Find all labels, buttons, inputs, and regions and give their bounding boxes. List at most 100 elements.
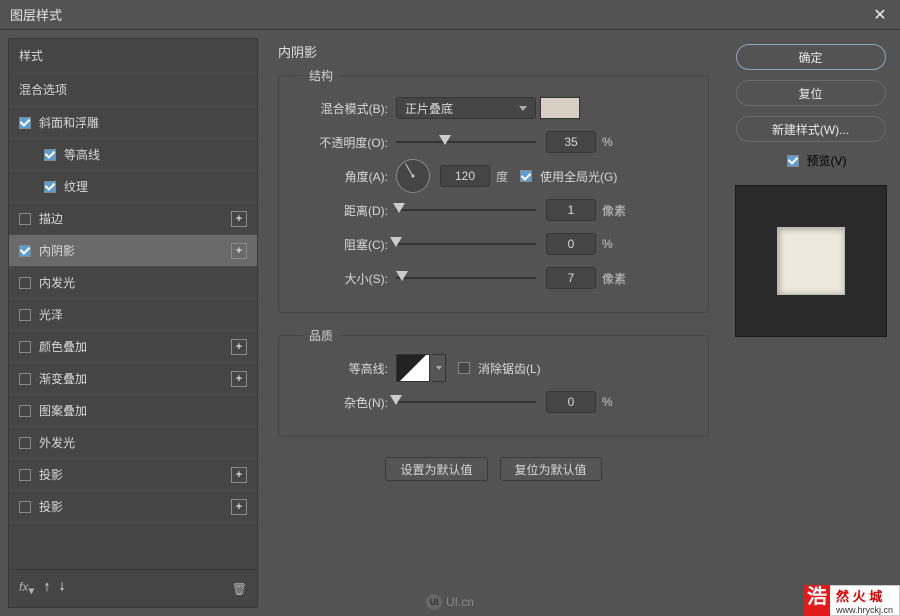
close-icon[interactable]: ✕: [870, 5, 890, 25]
add-effect-icon[interactable]: +: [231, 339, 247, 355]
effect-label: 渐变叠加: [39, 370, 87, 387]
opacity-label: 不透明度(O):: [293, 134, 388, 151]
noise-input[interactable]: 0: [546, 391, 596, 413]
new-style-button[interactable]: 新建样式(W)...: [736, 116, 886, 142]
angle-label: 角度(A):: [293, 168, 388, 185]
preview-checkbox[interactable]: [787, 155, 799, 167]
effect-checkbox[interactable]: [19, 245, 31, 257]
antialias-row[interactable]: 消除锯齿(L): [458, 360, 541, 377]
dialog-body: 样式 混合选项 斜面和浮雕等高线纹理描边+ 内阴影 + 内发光光泽颜色叠加+ 渐变叠加 +…: [0, 30, 900, 616]
preview-label: 预览(V): [807, 152, 847, 169]
distance-label: 距离(D):: [293, 202, 388, 219]
preview-row[interactable]: 预览(V): [787, 152, 847, 169]
angle-dial[interactable]: [396, 159, 430, 193]
effect-label: 投影: [39, 466, 63, 483]
sidebar-item-effect[interactable]: 外发光: [9, 427, 257, 459]
sidebar-item-effect[interactable]: 描边+: [9, 203, 257, 235]
opacity-unit: %: [602, 135, 613, 149]
contour-dropdown-icon[interactable]: [432, 354, 446, 382]
dialog-title: 图层样式: [10, 5, 62, 24]
layer-style-dialog: 图层样式 ✕ 样式 混合选项 斜面和浮雕等高线纹理描边+ 内阴影 + 内发光光泽颜色叠…: [0, 0, 900, 616]
opacity-slider[interactable]: [396, 132, 536, 152]
effect-checkbox[interactable]: [44, 149, 56, 161]
size-input[interactable]: 7: [546, 267, 596, 289]
add-effect-icon[interactable]: +: [231, 371, 247, 387]
distance-slider[interactable]: [396, 200, 536, 220]
effect-checkbox[interactable]: [19, 405, 31, 417]
effect-checkbox[interactable]: [19, 501, 31, 513]
choke-unit: %: [602, 237, 613, 251]
sidebar-item-effect[interactable]: 图案叠加: [9, 395, 257, 427]
sidebar-item-effect[interactable]: 投影 +: [9, 459, 257, 491]
global-light-label: 使用全局光(G): [540, 168, 617, 185]
sidebar-item-effect[interactable]: 斜面和浮雕: [9, 107, 257, 139]
effect-label: 内阴影: [39, 242, 75, 259]
add-effect-icon[interactable]: +: [231, 467, 247, 483]
preview-swatch: [777, 227, 845, 295]
ok-button[interactable]: 确定: [736, 44, 886, 70]
sidebar-item-effect[interactable]: 颜色叠加+: [9, 331, 257, 363]
fx-menu-icon[interactable]: fx▾: [19, 580, 34, 597]
blend-mode-label: 混合模式(B):: [293, 100, 388, 117]
sidebar-item-effect[interactable]: 等高线: [9, 139, 257, 171]
sidebar-list: 样式 混合选项 斜面和浮雕等高线纹理描边+ 内阴影 + 内发光光泽颜色叠加+ 渐变叠加 +…: [9, 39, 257, 569]
sidebar-header-blend[interactable]: 混合选项: [9, 73, 257, 107]
choke-slider[interactable]: [396, 234, 536, 254]
structure-legend: 结构: [303, 67, 339, 84]
angle-unit: 度: [496, 168, 508, 185]
sidebar-item-effect[interactable]: 纹理: [9, 171, 257, 203]
sidebar-item-effect[interactable]: 投影 +: [9, 491, 257, 523]
add-effect-icon[interactable]: +: [231, 211, 247, 227]
global-light-checkbox[interactable]: [520, 170, 532, 182]
effect-checkbox[interactable]: [19, 437, 31, 449]
cancel-button[interactable]: 复位: [736, 80, 886, 106]
brand-text: 然 火 城 www.hryckj.cn: [830, 585, 900, 616]
noise-label: 杂色(N):: [293, 394, 388, 411]
effect-checkbox[interactable]: [19, 469, 31, 481]
size-label: 大小(S):: [293, 270, 388, 287]
make-default-button[interactable]: 设置为默认值: [385, 457, 487, 481]
add-effect-icon[interactable]: +: [231, 499, 247, 515]
panel-title: 内阴影: [278, 42, 709, 61]
sidebar-item-effect[interactable]: 光泽: [9, 299, 257, 331]
uicn-icon: UI: [426, 594, 442, 610]
size-slider[interactable]: [396, 268, 536, 288]
effect-checkbox[interactable]: [19, 277, 31, 289]
antialias-checkbox[interactable]: [458, 362, 470, 374]
effect-checkbox[interactable]: [19, 117, 31, 129]
distance-input[interactable]: 1: [546, 199, 596, 221]
quality-legend: 品质: [303, 327, 339, 344]
noise-unit: %: [602, 395, 613, 409]
sidebar-item-effect[interactable]: 内阴影 +: [9, 235, 257, 267]
contour-picker[interactable]: [396, 354, 430, 382]
effect-label: 投影: [39, 498, 63, 515]
effect-checkbox[interactable]: [19, 341, 31, 353]
noise-slider[interactable]: [396, 392, 536, 412]
choke-input[interactable]: 0: [546, 233, 596, 255]
sidebar-item-effect[interactable]: 渐变叠加 +: [9, 363, 257, 395]
titlebar: 图层样式 ✕: [0, 0, 900, 30]
shadow-color-swatch[interactable]: [540, 97, 580, 119]
defaults-row: 设置为默认值 复位为默认值: [278, 457, 709, 481]
trash-icon[interactable]: 🗑: [232, 582, 247, 596]
reset-default-button[interactable]: 复位为默认值: [500, 457, 602, 481]
contour-label: 等高线:: [293, 360, 388, 377]
effect-checkbox[interactable]: [19, 373, 31, 385]
opacity-input[interactable]: 35: [546, 131, 596, 153]
effect-checkbox[interactable]: [19, 309, 31, 321]
effect-checkbox[interactable]: [19, 213, 31, 225]
effect-checkbox[interactable]: [44, 181, 56, 193]
effect-label: 纹理: [64, 178, 88, 195]
sidebar-item-effect[interactable]: 内发光: [9, 267, 257, 299]
move-up-icon[interactable]: 🠕: [44, 578, 49, 599]
size-unit: 像素: [602, 270, 626, 287]
angle-input[interactable]: 120: [440, 165, 490, 187]
global-light-row[interactable]: 使用全局光(G): [520, 168, 617, 185]
preview-box: [735, 185, 887, 337]
move-down-icon[interactable]: 🠗: [60, 578, 65, 599]
effect-label: 斜面和浮雕: [39, 114, 99, 131]
sidebar-header-styles[interactable]: 样式: [9, 39, 257, 73]
effect-label: 等高线: [64, 146, 100, 163]
add-effect-icon[interactable]: +: [231, 243, 247, 259]
blend-mode-select[interactable]: 正片叠底: [396, 97, 536, 119]
